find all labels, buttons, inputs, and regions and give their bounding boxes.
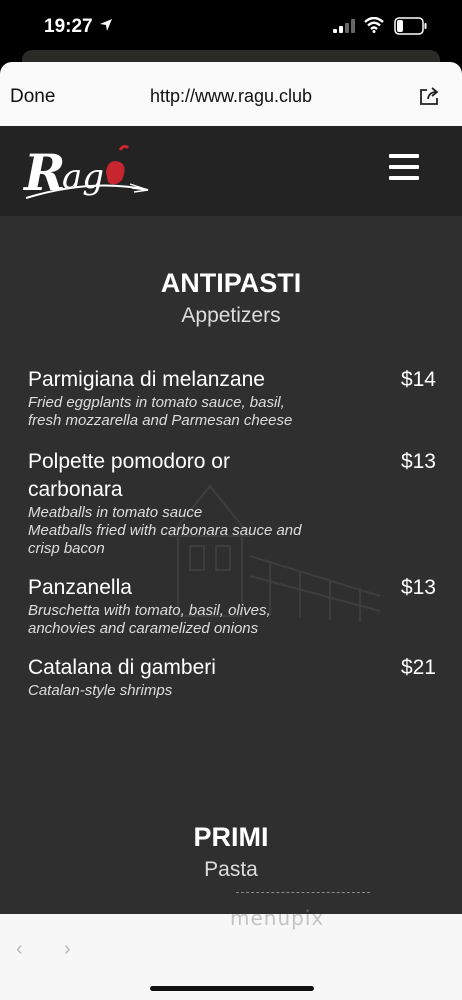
item-name: Panzanella [28,576,132,599]
section-title-primi: PRIMI [193,822,269,852]
item-price: $13 [400,576,436,599]
url-label: http://www.ragu.club [149,86,313,106]
section-subtitle-pasta: Pasta [204,858,258,881]
menu-item: Parmigiana di melanzane $14 Fried eggpla… [28,366,436,430]
back-chevron-icon[interactable]: ‹ [16,938,23,961]
item-price: $21 [400,656,436,679]
item-description-line: Meatballs fried with carbonara sauce and [28,522,302,539]
status-time: 19:27 [44,16,93,37]
menu-item: Catalana di gamberi $21 Catalan-style sh… [28,654,436,700]
item-description-line: Bruschetta with tomato, basil, olives, [28,602,271,619]
section-title-antipasti: ANTIPASTI [160,268,302,298]
divider [236,892,370,893]
item-description-line: Fried eggplants in tomato sauce, basil, [28,394,285,411]
item-description-line: Meatballs in tomato sauce [28,504,203,521]
wifi-icon [364,17,384,33]
forward-chevron-icon[interactable]: › [64,938,71,961]
menu-content: ANTIPASTI Appetizers Parmigiana di melan… [0,216,462,914]
item-price: $14 [400,368,436,391]
home-indicator[interactable] [150,986,314,991]
menu-icon[interactable] [389,154,419,180]
site-header: R ag [0,126,462,216]
ragu-logo[interactable]: R ag [22,138,162,204]
item-description-line: Catalan-style shrimps [28,682,173,699]
menu-item: Polpette pomodoro or carbonara $13 Meatb… [28,448,436,558]
share-icon[interactable] [419,86,441,106]
cellular-signal-icon [333,19,355,33]
status-bar: 19:27 [0,0,462,56]
item-price: $13 [400,450,436,473]
item-description-line: anchovies and caramelized onions [28,620,259,637]
browser-toolbar: Done http://www.ragu.club [0,62,462,126]
item-name: Parmigiana di melanzane [28,368,265,391]
menupix-watermark: menupix [230,906,325,930]
location-arrow-icon [100,19,112,31]
item-name: Polpette pomodoro or carbonara [28,450,230,501]
section-subtitle-appetizers: Appetizers [181,304,281,327]
item-description-line: crisp bacon [28,540,105,557]
item-description-line: fresh mozzarella and Parmesan cheese [28,412,293,429]
menu-item: Panzanella $13 Bruschetta with tomato, b… [28,574,436,638]
svg-text:ag: ag [62,157,104,197]
item-name: Catalana di gamberi [28,656,216,679]
battery-icon [394,17,427,35]
